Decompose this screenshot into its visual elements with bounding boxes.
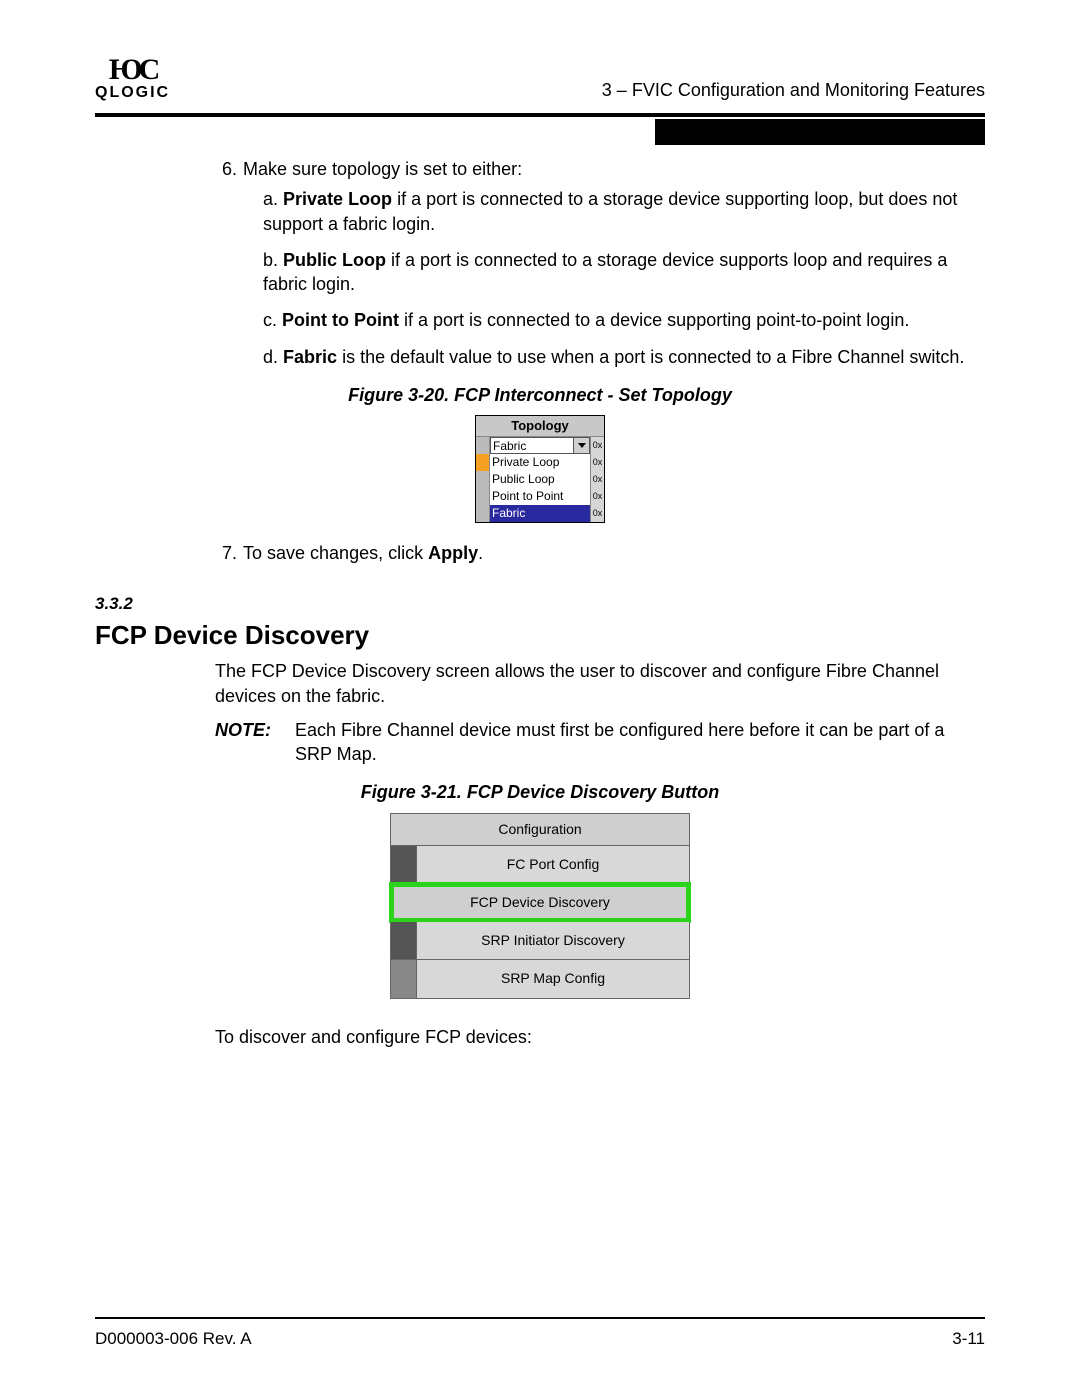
- note-text: Each Fibre Channel device must first be …: [295, 718, 975, 767]
- figure-3-21-caption: Figure 3-21. FCP Device Discovery Button: [95, 780, 985, 804]
- step-6a-term: Private Loop: [283, 189, 392, 209]
- step-6d-term: Fabric: [283, 347, 337, 367]
- step-7-number: 7.: [215, 541, 243, 565]
- status-swatch-icon: [476, 437, 490, 454]
- page-number: 3-11: [952, 1329, 985, 1349]
- status-swatch-icon: [476, 454, 490, 471]
- config-item-srp-initiator[interactable]: SRP Initiator Discovery: [391, 922, 689, 960]
- config-item-label: SRP Map Config: [417, 960, 689, 998]
- step-6b: b. Public Loop if a port is connected to…: [263, 248, 975, 297]
- step-6: 6. Make sure topology is set to either: …: [215, 157, 975, 369]
- apply-label: Apply: [428, 543, 478, 563]
- config-item-label: FCP Device Discovery: [391, 884, 689, 921]
- step-6-text: Make sure topology is set to either:: [243, 157, 522, 181]
- step-6d-rest: is the default value to use when a port …: [337, 347, 964, 367]
- configuration-panel-header: Configuration: [391, 814, 689, 846]
- chevron-down-icon[interactable]: [574, 437, 590, 454]
- status-swatch-icon: [476, 488, 490, 505]
- topology-option-label: Fabric: [490, 505, 590, 522]
- doc-revision: D000003-006 Rev. A: [95, 1329, 252, 1349]
- footer-rule: [95, 1317, 985, 1319]
- status-swatch-icon: [476, 471, 490, 488]
- figure-3-20-caption: Figure 3-20. FCP Interconnect - Set Topo…: [95, 383, 985, 407]
- topology-option-public-loop[interactable]: Public Loop 0x: [476, 471, 604, 488]
- figure-3-20: Topology Fabric 0x Private Loop 0x: [95, 415, 985, 523]
- step-7-text-before: To save changes, click: [243, 543, 428, 563]
- config-tab-icon: [391, 960, 417, 998]
- qlogic-logo: ЮС QLOGIC: [95, 55, 170, 101]
- chapter-title: 3 – FVIC Configuration and Monitoring Fe…: [602, 80, 985, 101]
- logo-mark-icon: ЮС: [109, 55, 156, 85]
- step-6c-rest: if a port is connected to a device suppo…: [399, 310, 909, 330]
- page-header: ЮС QLOGIC 3 – FVIC Configuration and Mon…: [95, 55, 985, 113]
- topology-column-header: Topology: [476, 416, 604, 437]
- topology-option-fabric[interactable]: Fabric 0x: [476, 505, 604, 522]
- step-6c-letter: c.: [263, 310, 277, 330]
- step-6a-letter: a.: [263, 189, 278, 209]
- config-item-label: SRP Initiator Discovery: [417, 922, 689, 959]
- config-item-fcp-device-discovery[interactable]: FCP Device Discovery: [391, 884, 689, 922]
- closing-text: To discover and configure FCP devices:: [215, 1025, 975, 1049]
- header-rule: [95, 113, 985, 117]
- step-6a: a. Private Loop if a port is connected t…: [263, 187, 975, 236]
- note-block: NOTE: Each Fibre Channel device must fir…: [215, 718, 975, 767]
- config-item-label: FC Port Config: [417, 846, 689, 883]
- step-6d: d. Fabric is the default value to use wh…: [263, 345, 975, 369]
- step-7-text: To save changes, click Apply.: [243, 541, 483, 565]
- topology-option-label: Public Loop: [490, 471, 590, 488]
- topology-select-value: Fabric: [490, 437, 574, 454]
- hex-chip: 0x: [590, 471, 604, 488]
- config-tab-icon: [391, 846, 417, 883]
- hex-chip: 0x: [590, 505, 604, 522]
- status-swatch-icon: [476, 505, 490, 522]
- logo-text: QLOGIC: [95, 85, 170, 101]
- section-title: FCP Device Discovery: [95, 618, 985, 653]
- topology-option-private-loop[interactable]: Private Loop 0x: [476, 454, 604, 471]
- hex-chip: 0x: [590, 488, 604, 505]
- step-7: 7. To save changes, click Apply.: [215, 541, 975, 565]
- topology-option-label: Point to Point: [490, 488, 590, 505]
- hex-chip: 0x: [590, 454, 604, 471]
- page-footer: D000003-006 Rev. A 3-11: [95, 1329, 985, 1349]
- config-tab-icon: [391, 922, 417, 959]
- topology-select-row[interactable]: Fabric 0x: [476, 437, 604, 454]
- step-6d-letter: d.: [263, 347, 278, 367]
- hex-chip: 0x: [590, 437, 604, 454]
- figure-3-21: Configuration FC Port Config FCP Device …: [95, 813, 985, 999]
- note-label: NOTE:: [215, 718, 295, 767]
- step-7-text-after: .: [478, 543, 483, 563]
- step-6c-term: Point to Point: [282, 310, 399, 330]
- step-6b-letter: b.: [263, 250, 278, 270]
- config-item-srp-map[interactable]: SRP Map Config: [391, 960, 689, 998]
- topology-option-point-to-point[interactable]: Point to Point 0x: [476, 488, 604, 505]
- step-6-number: 6.: [215, 157, 243, 181]
- section-number: 3.3.2: [95, 593, 985, 616]
- section-intro: The FCP Device Discovery screen allows t…: [215, 659, 975, 708]
- step-6c: c. Point to Point if a port is connected…: [263, 308, 975, 332]
- header-black-tab: [655, 119, 985, 145]
- config-item-fc-port[interactable]: FC Port Config: [391, 846, 689, 884]
- step-6b-term: Public Loop: [283, 250, 386, 270]
- topology-option-label: Private Loop: [490, 454, 590, 471]
